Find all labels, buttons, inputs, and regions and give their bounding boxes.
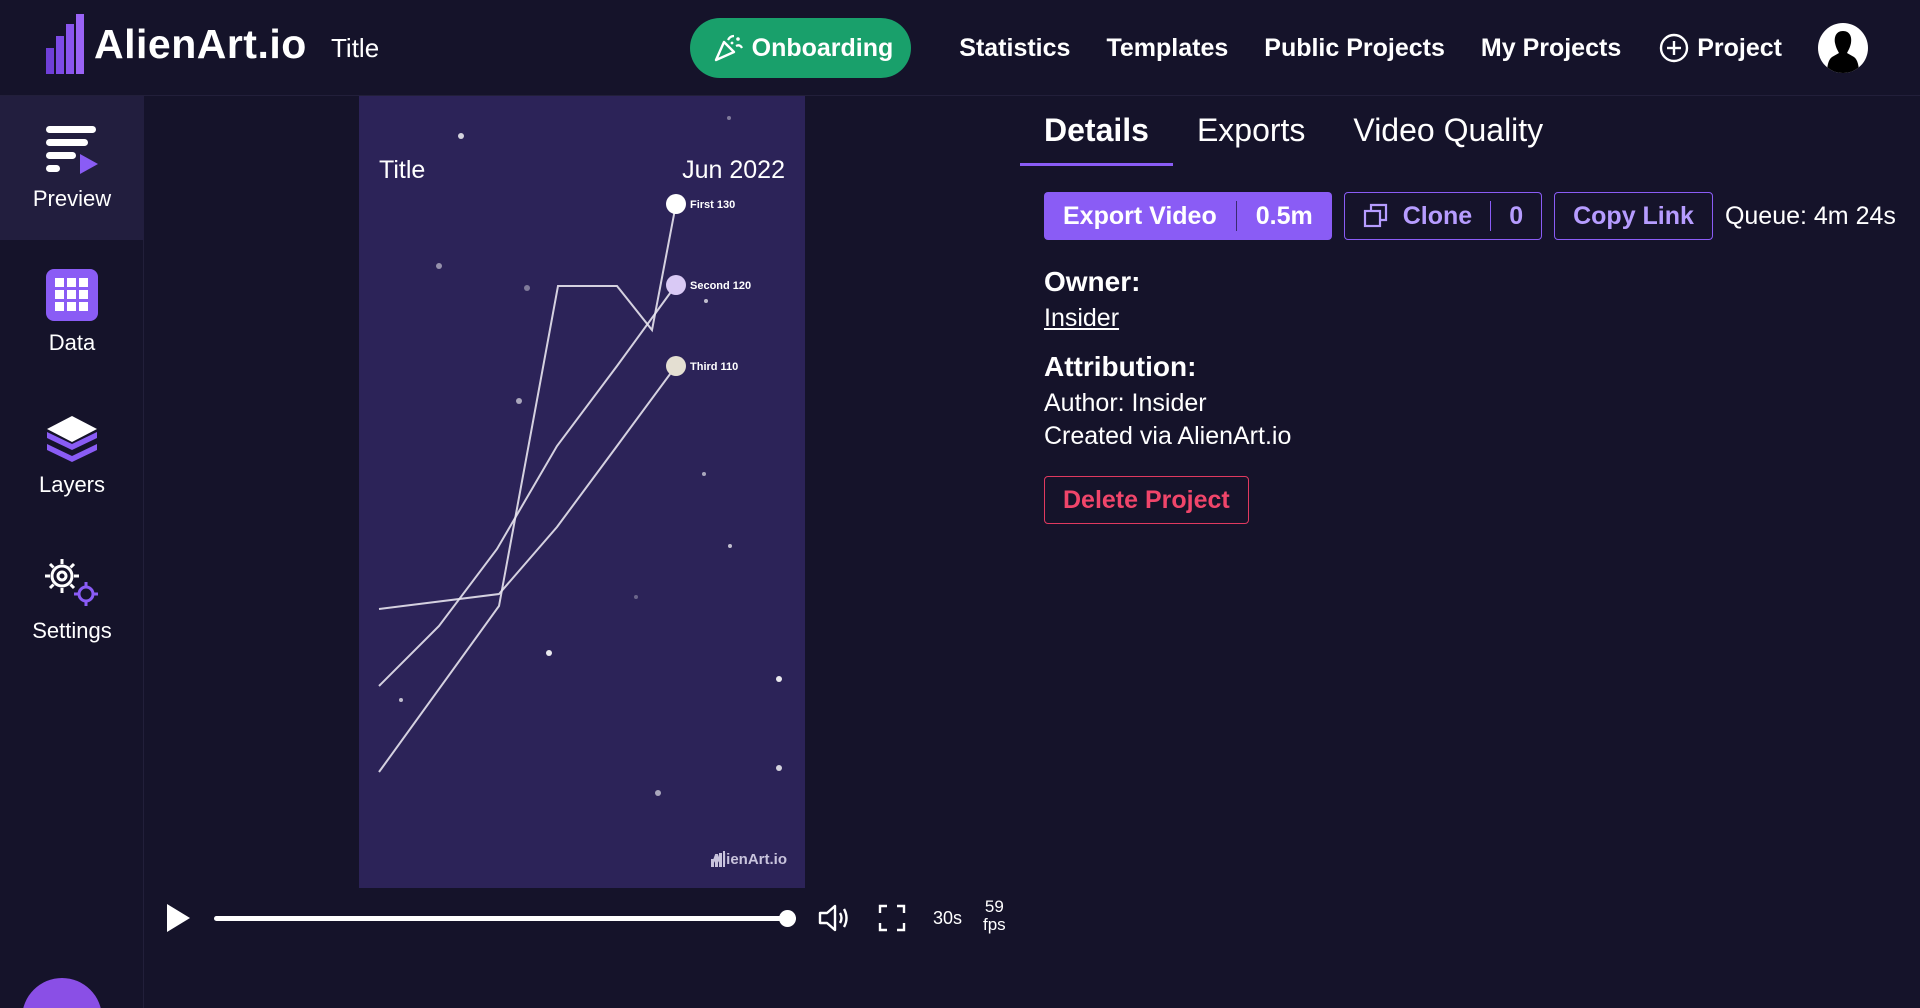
new-project-button[interactable]: Project [1659,33,1782,63]
fps-label: 59 fps [983,898,1006,934]
attribution-heading: Attribution: [1044,351,1197,382]
star [436,263,442,269]
onboarding-label: Onboarding [751,33,894,62]
play-icon[interactable] [164,902,192,934]
clone-count: 0 [1509,201,1524,230]
nav-statistics[interactable]: Statistics [959,34,1070,63]
copy-icon [1363,203,1387,228]
series-dot-second [666,275,686,295]
star [524,285,530,291]
star [655,790,661,796]
duration-label: 30s [933,908,963,928]
tab-details[interactable]: Details [1020,108,1173,166]
clone-part: Clone [1345,202,1490,231]
logo-bars-icon [711,851,726,867]
delete-project-button[interactable]: Delete Project [1044,476,1249,524]
brand-name: AlienArt.io [94,20,307,67]
logo-bars-icon [46,14,84,74]
timeline-handle[interactable] [779,910,796,927]
sidebar-item-data[interactable]: Data [0,240,144,384]
timeline-slider[interactable] [214,910,796,927]
clone-button[interactable]: Clone 0 [1343,192,1543,240]
sidebar-item-layers[interactable]: Layers [0,384,144,528]
layers-icon [47,416,97,462]
fps-value: 59 [984,897,1004,916]
preview-title: Title [379,156,426,184]
sidebar-item-label: Preview [32,186,112,211]
new-project-label: Project [1697,33,1782,62]
action-bar: Export Video 0.5m Clone 0 Copy Link Queu… [1044,192,1896,240]
chart-lines: First 130 Second 120 Third 110 [378,194,751,773]
preview-icon [46,126,98,174]
queue-status: Queue: 4m 24s [1724,201,1896,230]
details-info: Owner: Insider Attribution: Author: Insi… [1044,266,1291,451]
series-label-first: First 130 [690,199,735,211]
user-silhouette-icon [1827,31,1859,73]
sidebar-item-label: Layers [38,472,106,497]
series-line-third [378,365,677,610]
series-label-third: Third 110 [690,361,738,373]
export-cost: 0.5m [1255,201,1313,230]
preview-chart: First 130 Second 120 Third 110 [378,116,782,796]
series-dot-third [666,356,686,376]
series-label-second: Second 120 [690,280,751,292]
starfield [399,116,782,796]
grid-icon [46,269,98,321]
star [776,676,782,682]
party-popper-icon [714,34,743,62]
video-preview[interactable]: First 130 Second 120 Third 110 Title Jun 2… [359,96,805,888]
owner-link[interactable]: Insider [1044,304,1119,333]
star [546,650,552,656]
sidebar-item-preview[interactable]: Preview [0,96,144,240]
nav-public-projects[interactable]: Public Projects [1264,34,1445,63]
export-video-button[interactable]: Export Video 0.5m [1044,192,1332,240]
fullscreen-icon[interactable] [878,904,906,932]
onboarding-button[interactable]: Onboarding [689,18,912,78]
star [399,698,403,702]
star [702,472,706,476]
brand-logo[interactable]: AlienArt.io [46,14,307,74]
tab-exports[interactable]: Exports [1173,108,1329,166]
export-label: Export Video [1063,201,1217,230]
nav-templates[interactable]: Templates [1106,34,1228,63]
tab-video-quality[interactable]: Video Quality [1329,108,1567,166]
fps-unit: fps [983,915,1006,934]
project-title[interactable]: Title [331,33,379,64]
sidebar-item-settings[interactable]: Settings [0,528,144,672]
star [776,765,782,771]
star [516,398,522,404]
preview-watermark: AlienArt.io [711,851,787,868]
star [704,299,708,303]
gears-icon [45,559,98,606]
owner-heading: Owner: [1044,266,1141,297]
plus-circle-icon [1660,33,1689,63]
sidebar-item-label: Data [48,330,96,355]
star [728,544,732,548]
star [727,116,731,120]
chat-bubble-button[interactable] [22,978,102,1008]
user-avatar[interactable] [1818,23,1868,73]
attribution-created: Created via AlienArt.io [1044,422,1292,450]
nav-my-projects[interactable]: My Projects [1481,34,1621,63]
series-line-second [378,284,677,687]
sidebar: Preview Data Layers Settings [0,96,144,1008]
player-controls: 30s 59 fps [160,898,1020,938]
clone-label: Clone [1402,201,1473,230]
sidebar-item-label: Settings [32,618,112,643]
attribution-author: Author: Insider [1044,389,1207,417]
top-header: AlienArt.io Title Onboarding Statistics … [0,0,1920,96]
main-nav: Onboarding Statistics Templates Public P… [689,18,1868,78]
details-tabs: Details Exports Video Quality [1020,108,1567,166]
volume-icon[interactable] [817,902,853,934]
preview-date: Jun 2022 [682,156,785,184]
copy-link-button[interactable]: Copy Link [1554,192,1713,240]
star [458,133,464,139]
series-dot-first [666,194,686,214]
star [634,595,638,599]
